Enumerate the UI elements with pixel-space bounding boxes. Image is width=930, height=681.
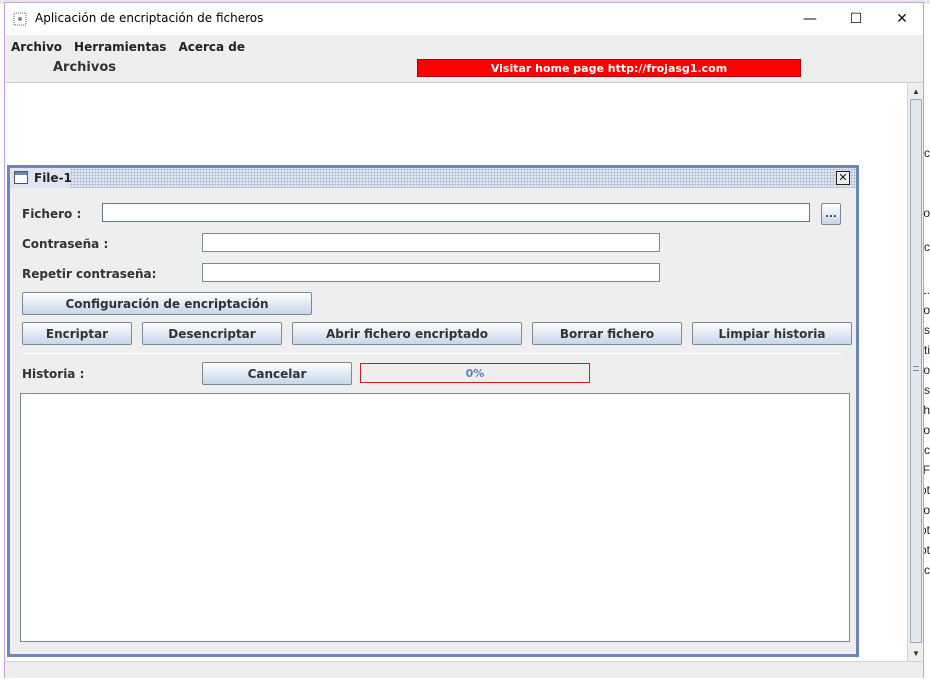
- background-text-fragment: o: [924, 423, 930, 437]
- close-icon: ✕: [896, 11, 908, 27]
- background-text-fragment: ot: [924, 523, 930, 537]
- grip-icon: [913, 366, 919, 371]
- scroll-down-arrow-icon[interactable]: ▼: [909, 646, 923, 660]
- minimize-button[interactable]: —: [787, 3, 833, 35]
- background-text-fragment: s.: [924, 383, 930, 397]
- background-text-fragment: o: [924, 503, 930, 517]
- scroll-up-arrow-icon[interactable]: ▲: [909, 84, 923, 98]
- internal-frame-title: File-1: [34, 171, 72, 185]
- password-label: Contraseña :: [22, 237, 109, 251]
- open-encrypted-file-button[interactable]: Abrir fichero encriptado: [292, 322, 522, 345]
- menu-bar: Archivo Herramientas Acerca de: [5, 37, 923, 57]
- history-label: Historia :: [22, 367, 85, 381]
- internal-frame-title-bar[interactable]: File-1 ✕: [10, 168, 856, 188]
- background-text-fragment: ot: [924, 483, 930, 497]
- background-text-fragment: c: [924, 563, 930, 577]
- visit-home-page-button[interactable]: Visitar home page http://frojasg1.com: [417, 59, 801, 77]
- background-text-fragment: o: [924, 303, 930, 317]
- encrypt-button[interactable]: Encriptar: [22, 322, 132, 345]
- app-icon: [13, 12, 27, 26]
- desktop-vertical-scrollbar[interactable]: ▲ ▼: [907, 83, 923, 661]
- repeat-password-label: Repetir contraseña:: [22, 267, 157, 281]
- file-path-input[interactable]: [102, 203, 810, 222]
- desktop-pane: File-1 ✕ Fichero : ... Contraseña : Repe…: [5, 83, 907, 661]
- file-internal-frame: File-1 ✕ Fichero : ... Contraseña : Repe…: [7, 165, 859, 657]
- frame-window-icon: [14, 171, 28, 184]
- history-text-area[interactable]: [20, 393, 850, 642]
- background-text-fragment: sh: [924, 403, 930, 417]
- file-label: Fichero :: [22, 207, 82, 221]
- progress-text: 0%: [465, 366, 485, 380]
- browse-file-button[interactable]: ...: [821, 203, 841, 225]
- background-text-fragment: ti: [924, 343, 930, 357]
- background-text-fragment: c: [924, 240, 930, 254]
- scroll-thumb[interactable]: [910, 99, 922, 643]
- progress-bar: 0%: [360, 363, 590, 383]
- encryption-config-button[interactable]: Configuración de encriptación: [22, 292, 312, 315]
- background-text-fragment: ot: [924, 543, 930, 557]
- window-title: Aplicación de encriptación de ficheros: [35, 11, 264, 25]
- background-text-fragment: s: [924, 323, 930, 337]
- decrypt-button[interactable]: Desencriptar: [142, 322, 282, 345]
- close-icon: ✕: [838, 171, 848, 184]
- password-input[interactable]: [202, 233, 660, 252]
- repeat-password-input[interactable]: [202, 263, 660, 282]
- delete-file-button[interactable]: Borrar fichero: [532, 322, 682, 345]
- maximize-icon: ☐: [849, 11, 863, 27]
- maximize-button[interactable]: ☐: [833, 3, 879, 35]
- cancel-button[interactable]: Cancelar: [202, 362, 352, 385]
- menu-archivo[interactable]: Archivo: [11, 40, 62, 54]
- status-bar: [5, 661, 923, 678]
- background-text-fragment: c: [924, 443, 930, 457]
- background-text-fragment: c: [924, 146, 930, 160]
- background-text-fragment: o: [924, 206, 930, 220]
- title-bar[interactable]: Aplicación de encriptación de ficheros —…: [5, 3, 923, 35]
- toolbar: Archivos Visitar home page http://frojas…: [5, 57, 923, 83]
- internal-frame-close-button[interactable]: ✕: [836, 171, 850, 185]
- archivos-label: Archivos: [53, 60, 117, 75]
- close-button[interactable]: ✕: [879, 3, 925, 35]
- background-text-fragment: F: [924, 463, 930, 477]
- background-text-fragment: .1: [924, 283, 930, 297]
- clear-history-button[interactable]: Limpiar historia: [692, 322, 852, 345]
- menu-herramientas[interactable]: Herramientas: [74, 40, 166, 54]
- separator: [22, 353, 842, 354]
- menu-acerca-de[interactable]: Acerca de: [178, 40, 245, 54]
- app-window: Aplicación de encriptación de ficheros —…: [4, 2, 924, 678]
- background-text-fragment: ıo: [924, 363, 930, 377]
- minimize-icon: —: [803, 11, 817, 27]
